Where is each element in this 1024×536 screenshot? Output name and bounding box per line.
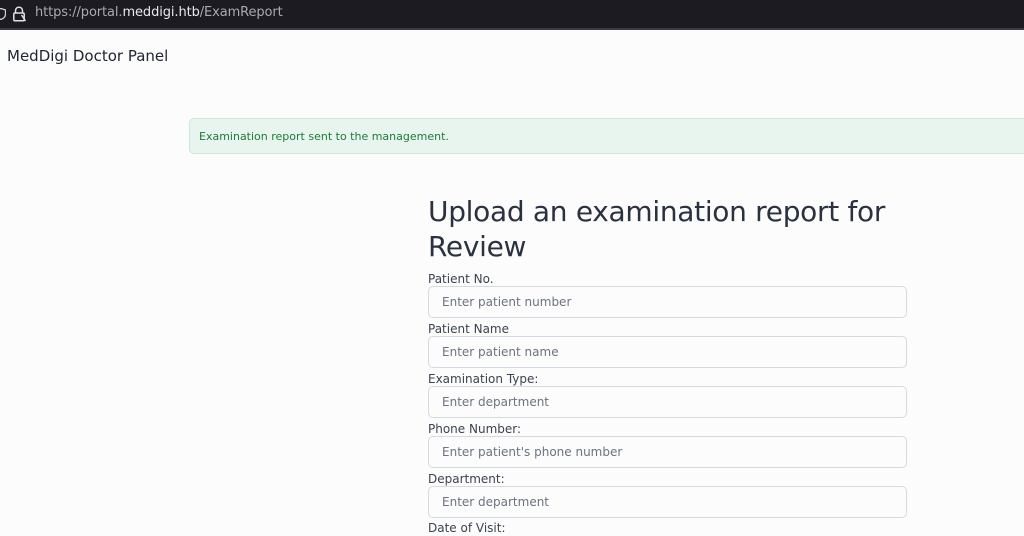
patient-number-group: Patient No. — [428, 272, 907, 318]
department-label: Department: — [428, 472, 505, 486]
browser-url-bar[interactable]: https://portal.meddigi.htb/ExamReport — [0, 0, 1024, 28]
phone-number-label: Phone Number: — [428, 422, 522, 436]
lock-icon[interactable] — [12, 6, 26, 22]
department-input[interactable] — [428, 486, 907, 518]
examination-type-label: Examination Type: — [428, 372, 539, 386]
exam-report-form: Upload an examination report for Review … — [428, 194, 907, 535]
phone-number-input[interactable] — [428, 436, 907, 468]
toolbar-divider — [0, 28, 1024, 30]
examination-type-input[interactable] — [428, 386, 907, 418]
url-text[interactable]: https://portal.meddigi.htb/ExamReport — [35, 5, 283, 20]
examination-type-group: Examination Type: — [428, 372, 907, 418]
patient-name-label: Patient Name — [428, 322, 509, 336]
url-host: meddigi.htb — [122, 5, 200, 20]
phone-number-group: Phone Number: — [428, 422, 907, 468]
brand-title[interactable]: MedDigi Doctor Panel — [7, 47, 168, 65]
patient-name-input[interactable] — [428, 336, 907, 368]
patient-number-label: Patient No. — [428, 272, 494, 286]
department-group: Department: — [428, 472, 907, 518]
success-alert: Examination report sent to the managemen… — [189, 118, 1024, 154]
url-prefix: https://portal. — [35, 5, 123, 20]
patient-number-input[interactable] — [428, 286, 907, 318]
patient-name-group: Patient Name — [428, 322, 907, 368]
shield-icon[interactable] — [0, 8, 6, 20]
url-path: /ExamReport — [199, 5, 283, 20]
form-title: Upload an examination report for Review — [428, 195, 886, 263]
